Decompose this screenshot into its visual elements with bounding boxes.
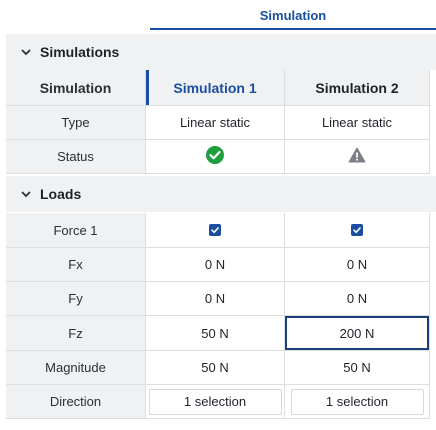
row-label-fz: Fz xyxy=(6,316,146,351)
row-label-fx: Fx xyxy=(6,248,146,282)
status-cell-sim2 xyxy=(285,140,430,174)
section-title: Simulations xyxy=(40,44,120,60)
column-header-simulation-1[interactable]: Simulation 1 xyxy=(146,70,285,106)
section-simulations[interactable]: Simulations xyxy=(6,34,436,70)
table-row: Type Linear static Linear static xyxy=(6,106,436,140)
magnitude-value-sim2: 50 N xyxy=(285,351,430,385)
fy-value-sim1[interactable]: 0 N xyxy=(146,282,285,316)
focus-outline xyxy=(285,316,429,350)
column-header-simulation-2[interactable]: Simulation 2 xyxy=(285,70,430,106)
table-row: Force 1 xyxy=(6,213,436,248)
tab-active-underline xyxy=(150,28,436,30)
fx-value-sim1[interactable]: 0 N xyxy=(146,248,285,282)
fz-input-sim2[interactable]: 200 N xyxy=(285,316,430,351)
chevron-down-icon[interactable] xyxy=(20,188,32,200)
force-1-checkbox-sim1[interactable] xyxy=(209,224,221,236)
row-label-type: Type xyxy=(6,106,146,140)
table-row: Status xyxy=(6,140,436,174)
direction-selection-field-sim1[interactable]: 1 selection xyxy=(148,388,282,415)
simulation-header-row: Simulation Simulation 1 Simulation 2 xyxy=(6,70,436,106)
table-row: Fy 0 N 0 N xyxy=(6,282,436,316)
row-label-status: Status xyxy=(6,140,146,174)
table-row: Fx 0 N 0 N xyxy=(6,248,436,282)
fz-value-sim1[interactable]: 50 N xyxy=(146,316,285,351)
type-value-sim2: Linear static xyxy=(285,106,430,140)
force-1-cell-sim1 xyxy=(146,213,285,248)
type-value-sim1: Linear static xyxy=(146,106,285,140)
row-label-magnitude: Magnitude xyxy=(6,351,146,385)
check-circle-icon xyxy=(205,145,225,168)
fy-value-sim2[interactable]: 0 N xyxy=(285,282,430,316)
table-row: Magnitude 50 N 50 N xyxy=(6,351,436,385)
chevron-down-icon[interactable] xyxy=(20,46,32,58)
section-loads[interactable]: Loads xyxy=(6,176,436,212)
magnitude-value-sim1: 50 N xyxy=(146,351,285,385)
direction-cell-sim1: 1 selection xyxy=(146,385,285,419)
section-title: Loads xyxy=(40,186,82,202)
row-label-fy: Fy xyxy=(6,282,146,316)
status-cell-sim1 xyxy=(146,140,285,174)
table-row: Fz 50 N 200 N xyxy=(6,316,436,351)
force-1-cell-sim2 xyxy=(285,213,430,248)
warning-triangle-icon xyxy=(348,147,366,166)
direction-cell-sim2: 1 selection xyxy=(285,385,430,419)
direction-selection-field-sim2[interactable]: 1 selection xyxy=(290,388,424,415)
row-label-force-1: Force 1 xyxy=(6,213,146,248)
header-label: Simulation xyxy=(6,70,146,106)
force-1-checkbox-sim2[interactable] xyxy=(351,224,363,236)
table-row: Direction 1 selection 1 selection xyxy=(6,385,436,419)
row-label-direction: Direction xyxy=(6,385,146,419)
fx-value-sim2[interactable]: 0 N xyxy=(285,248,430,282)
tab-bar: Simulation xyxy=(0,0,436,32)
